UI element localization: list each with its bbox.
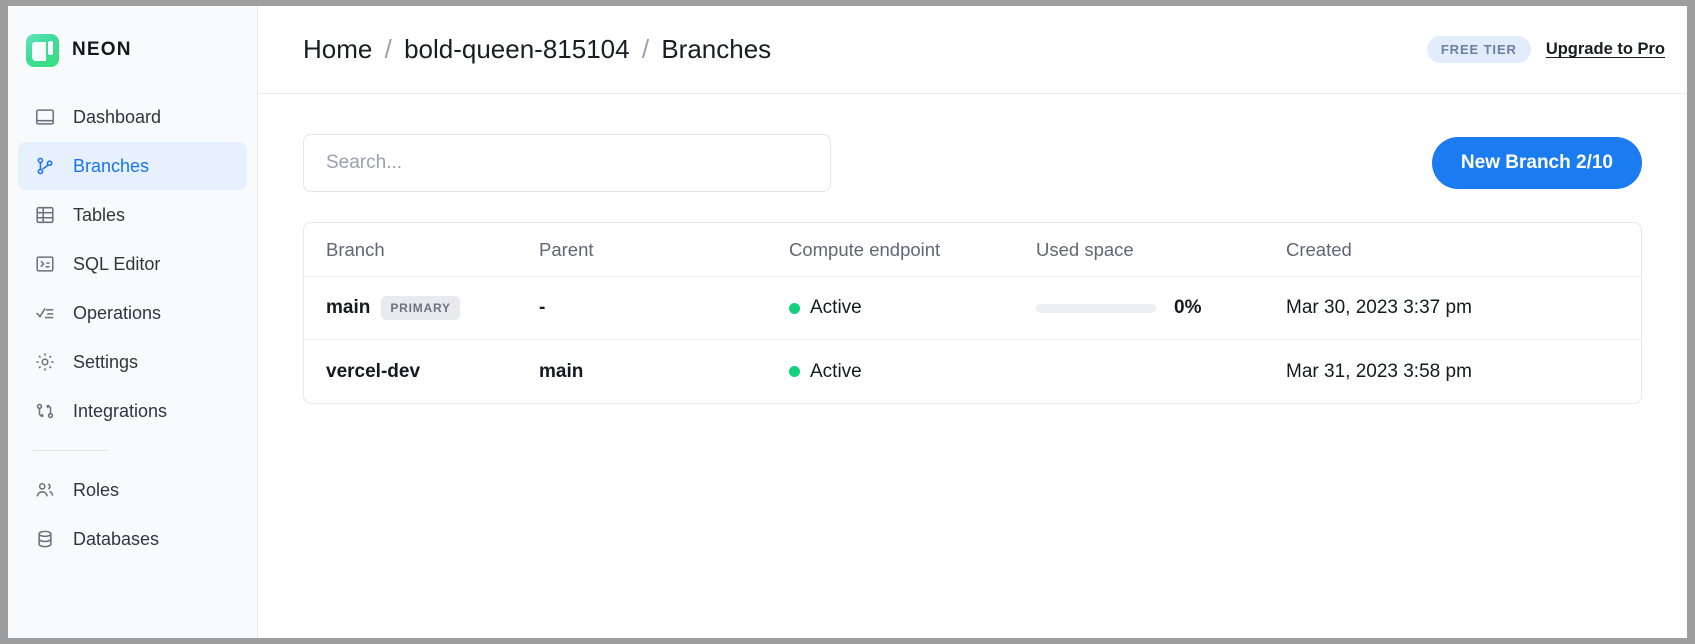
cell-parent: main bbox=[539, 360, 584, 382]
topbar-actions: FREE TIER Upgrade to Pro bbox=[1426, 36, 1665, 63]
branches-icon bbox=[33, 154, 57, 178]
main-content: Home / bold-queen-815104 / Branches FREE… bbox=[258, 6, 1687, 638]
compute-status-text: Active bbox=[810, 297, 862, 318]
status-dot-icon bbox=[789, 302, 800, 314]
breadcrumb-item-current: Branches bbox=[661, 34, 772, 64]
cell-compute-endpoint: Active bbox=[789, 361, 1036, 383]
breadcrumb-item-project[interactable]: bold-queen-815104 bbox=[404, 34, 630, 64]
cell-created: Mar 31, 2023 3:58 pm bbox=[1286, 360, 1472, 382]
sidebar-divider bbox=[33, 450, 108, 451]
table-header-row: Branch Parent Compute endpoint Used spac… bbox=[304, 223, 1641, 277]
branches-table: Branch Parent Compute endpoint Used spac… bbox=[303, 222, 1642, 404]
tier-badge: FREE TIER bbox=[1426, 36, 1531, 63]
operations-icon bbox=[33, 301, 57, 325]
cell-used-space: 0% bbox=[1036, 297, 1286, 319]
tables-icon bbox=[33, 203, 57, 227]
sidebar-item-sql-editor[interactable]: SQL Editor bbox=[18, 240, 247, 288]
sidebar-item-label: Roles bbox=[73, 479, 120, 500]
sidebar-item-settings[interactable]: Settings bbox=[18, 338, 247, 386]
sidebar-item-label: Tables bbox=[73, 204, 126, 225]
breadcrumb: Home / bold-queen-815104 / Branches bbox=[303, 34, 771, 65]
dashboard-icon bbox=[33, 105, 57, 129]
column-header-compute-endpoint: Compute endpoint bbox=[789, 238, 941, 260]
sidebar-item-databases[interactable]: Databases bbox=[18, 515, 247, 563]
usage-percent-label: 0% bbox=[1174, 297, 1202, 318]
sidebar-item-integrations[interactable]: Integrations bbox=[18, 387, 247, 435]
sidebar: NEON Dashboard Branches Tables SQL Edito… bbox=[8, 6, 258, 638]
sidebar-item-label: SQL Editor bbox=[73, 253, 161, 274]
sidebar-item-label: Settings bbox=[73, 351, 139, 372]
usage-progress-bar bbox=[1036, 303, 1156, 313]
sidebar-primary-nav: Dashboard Branches Tables SQL Editor Ope… bbox=[8, 92, 257, 436]
sidebar-item-label: Operations bbox=[73, 302, 162, 323]
sidebar-item-branches[interactable]: Branches bbox=[18, 142, 247, 190]
sidebar-item-operations[interactable]: Operations bbox=[18, 289, 247, 337]
branches-toolbar: New Branch 2/10 bbox=[303, 134, 1642, 192]
brand-name: NEON bbox=[72, 39, 132, 60]
cell-compute-endpoint: Active bbox=[789, 297, 1036, 319]
column-header-branch: Branch bbox=[326, 238, 385, 260]
breadcrumb-separator: / bbox=[641, 34, 650, 64]
sidebar-secondary-nav: Roles Databases bbox=[8, 465, 257, 564]
breadcrumb-separator: / bbox=[384, 34, 392, 64]
column-header-used-space: Used space bbox=[1036, 238, 1134, 260]
upgrade-to-pro-link[interactable]: Upgrade to Pro bbox=[1546, 40, 1665, 59]
branch-name: main bbox=[326, 297, 371, 318]
primary-badge: PRIMARY bbox=[381, 296, 460, 320]
sidebar-item-label: Databases bbox=[73, 528, 160, 549]
sidebar-item-tables[interactable]: Tables bbox=[18, 191, 247, 239]
topbar: Home / bold-queen-815104 / Branches FREE… bbox=[258, 6, 1687, 94]
sidebar-item-label: Dashboard bbox=[73, 106, 162, 127]
branches-page: New Branch 2/10 Branch Parent Compute en… bbox=[258, 94, 1687, 638]
database-icon bbox=[33, 527, 57, 551]
status-dot-icon bbox=[789, 366, 800, 377]
cell-branch: vercel-dev bbox=[326, 361, 539, 383]
sql-editor-icon bbox=[33, 252, 57, 276]
sidebar-item-label: Integrations bbox=[73, 400, 168, 421]
branch-name: vercel-dev bbox=[326, 360, 421, 382]
sidebar-item-label: Branches bbox=[73, 155, 150, 176]
column-header-parent: Parent bbox=[539, 238, 594, 260]
integrations-icon bbox=[33, 399, 57, 423]
sidebar-item-dashboard[interactable]: Dashboard bbox=[18, 93, 247, 141]
neon-logo-icon bbox=[26, 33, 59, 67]
gear-icon bbox=[33, 350, 57, 374]
app-window: NEON Dashboard Branches Tables SQL Edito… bbox=[8, 6, 1687, 638]
compute-status-text: Active bbox=[810, 360, 862, 382]
sidebar-item-roles[interactable]: Roles bbox=[18, 466, 247, 514]
users-icon bbox=[33, 478, 57, 502]
search-input[interactable] bbox=[303, 134, 831, 192]
table-row[interactable]: main PRIMARY - Active 0% Mar 30, 2023 3:… bbox=[304, 277, 1641, 340]
table-row[interactable]: vercel-dev main Active Mar 31, 2023 3:58… bbox=[304, 340, 1641, 403]
brand-logo[interactable]: NEON bbox=[8, 24, 257, 76]
cell-branch: main PRIMARY bbox=[326, 296, 539, 320]
cell-parent: - bbox=[539, 297, 546, 318]
cell-created: Mar 30, 2023 3:37 pm bbox=[1286, 297, 1472, 318]
column-header-created: Created bbox=[1286, 238, 1352, 260]
new-branch-button[interactable]: New Branch 2/10 bbox=[1431, 137, 1642, 189]
breadcrumb-item-home[interactable]: Home bbox=[303, 34, 372, 64]
